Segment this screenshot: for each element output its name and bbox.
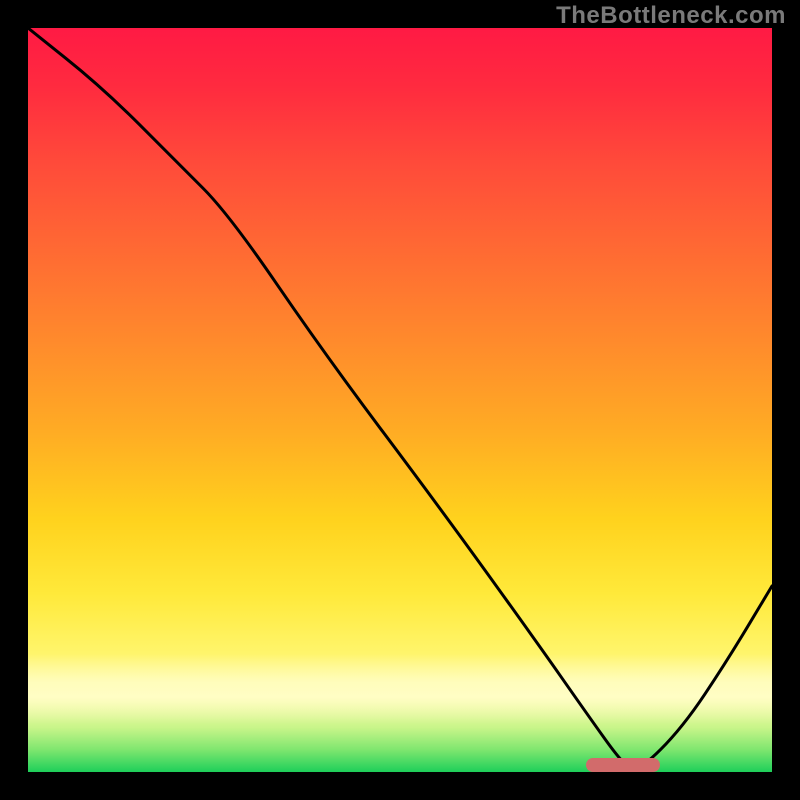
chart-frame: TheBottleneck.com <box>0 0 800 800</box>
bottleneck-curve-path <box>28 28 772 769</box>
watermark-text: TheBottleneck.com <box>556 2 786 30</box>
plot-area <box>28 28 772 772</box>
curve-svg <box>28 28 772 772</box>
optimal-range-marker <box>586 758 660 772</box>
